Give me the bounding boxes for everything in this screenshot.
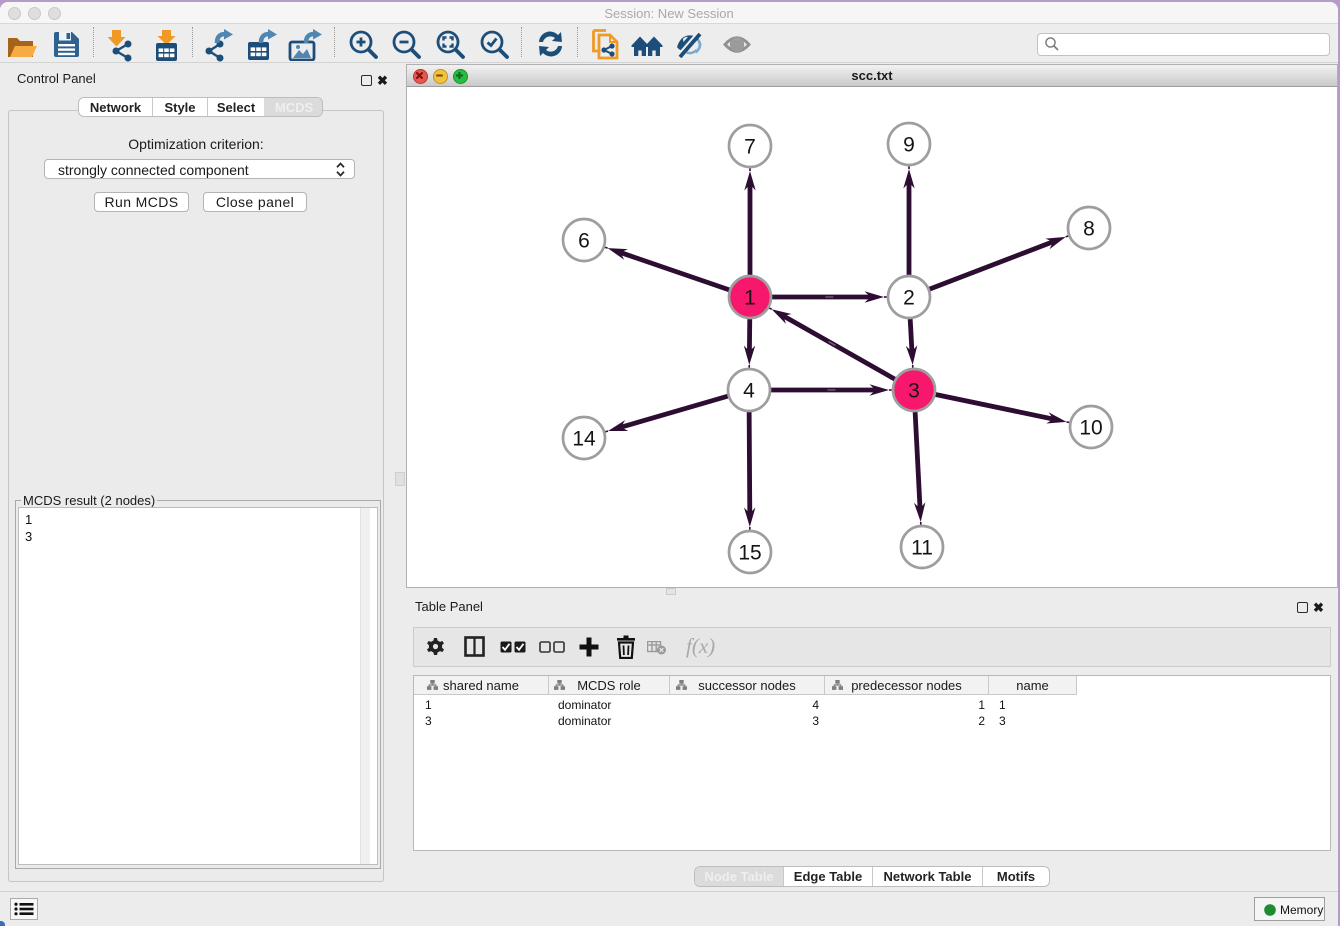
svg-text:2: 2 <box>903 287 915 310</box>
svg-text:4: 4 <box>743 380 755 403</box>
svg-text:7: 7 <box>744 136 756 159</box>
svg-text:14: 14 <box>572 428 596 451</box>
svg-text:11: 11 <box>911 537 933 560</box>
svg-text:15: 15 <box>738 542 761 565</box>
svg-text:10: 10 <box>1079 417 1102 440</box>
svg-text:1: 1 <box>744 287 756 310</box>
svg-text:3: 3 <box>908 380 920 403</box>
svg-text:8: 8 <box>1083 218 1095 241</box>
svg-text:9: 9 <box>903 134 915 157</box>
svg-text:6: 6 <box>578 230 590 253</box>
